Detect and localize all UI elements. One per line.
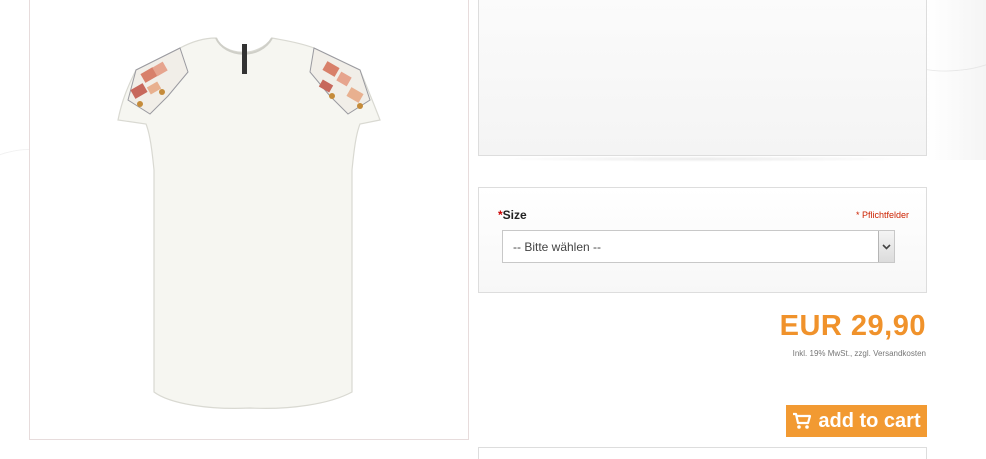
- required-fields-note: * Pflichtfelder: [855, 210, 909, 220]
- size-select[interactable]: -- Bitte wählen --: [502, 230, 895, 263]
- next-section-box: [478, 447, 927, 459]
- size-label-text: Size: [502, 208, 527, 222]
- size-select-value: -- Bitte wählen --: [513, 240, 602, 254]
- product-price: EUR 29,90: [779, 310, 926, 342]
- cart-icon: [793, 412, 812, 429]
- product-image-frame[interactable]: [29, 0, 469, 440]
- add-to-cart-button[interactable]: add to cart: [786, 405, 927, 437]
- select-dropdown-button[interactable]: [878, 231, 894, 262]
- size-label: *Size: [498, 208, 527, 222]
- product-image: [117, 37, 381, 409]
- tax-shipping-note: Inkl. 19% MwSt., zzgl. Versandkosten: [792, 349, 926, 358]
- description-box-shadow: [490, 156, 915, 162]
- product-description-box: [478, 0, 927, 156]
- product-options-box: *Size * Pflichtfelder -- Bitte wählen --: [478, 187, 927, 293]
- add-to-cart-label: add to cart: [818, 409, 921, 432]
- chevron-down-icon: [882, 243, 891, 250]
